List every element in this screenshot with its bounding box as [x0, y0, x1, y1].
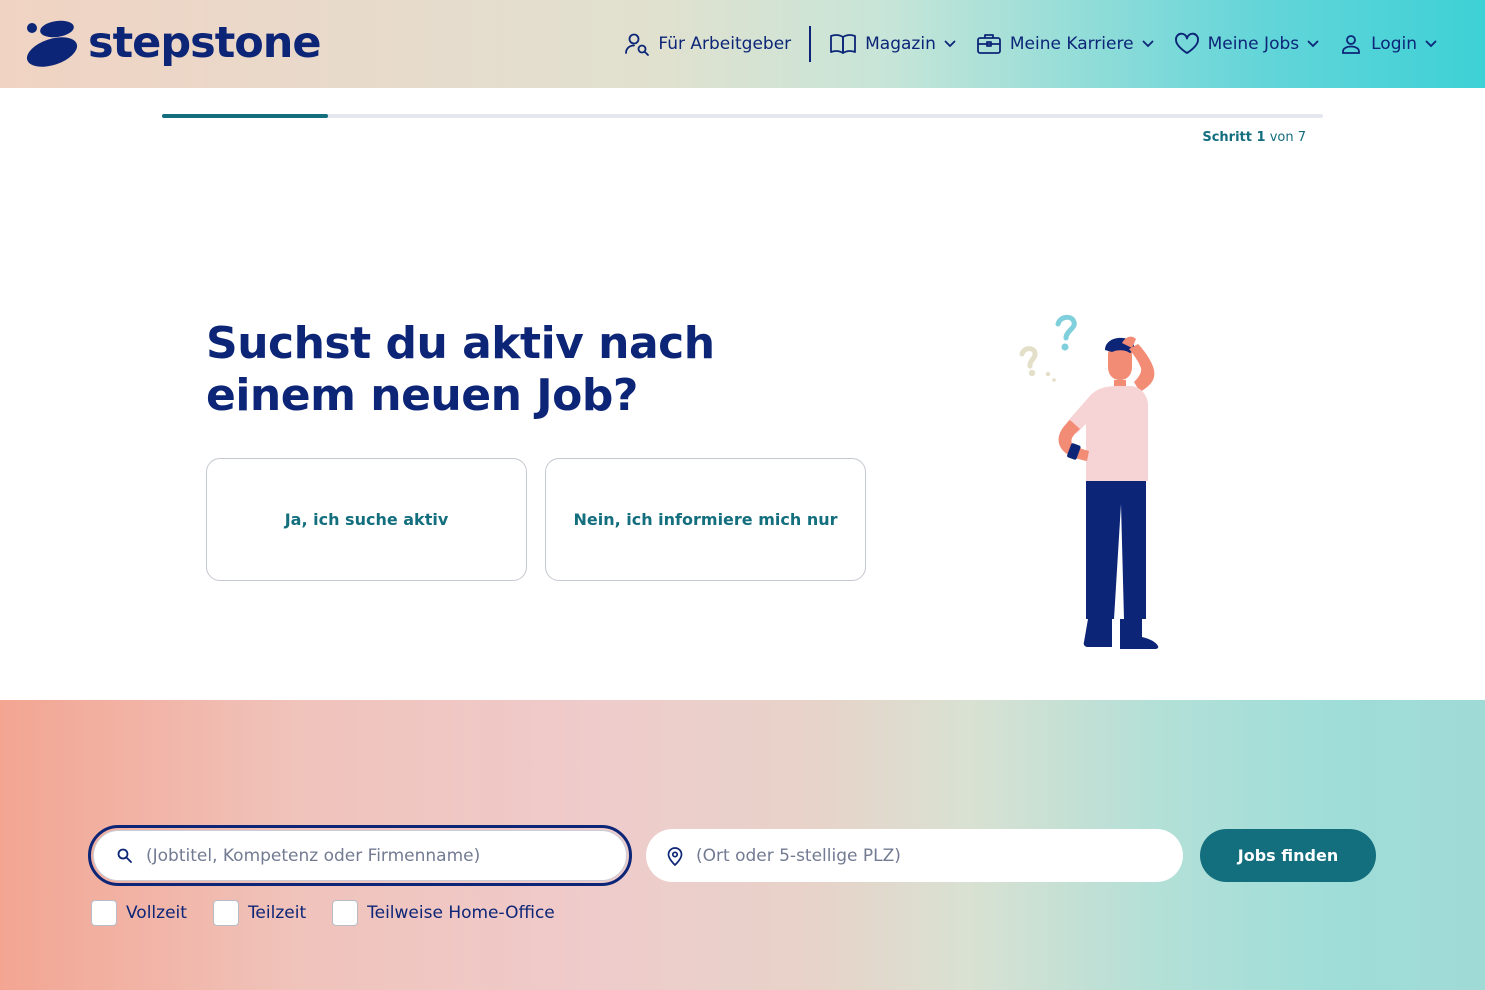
thinking-person-illustration [1019, 314, 1159, 649]
answer-options: Ja, ich suche aktiv Nein, ich informiere… [206, 458, 866, 581]
keyword-search-field[interactable]: (Jobtitel, Kompetenz oder Firmenname) [88, 825, 632, 886]
answer-yes-button[interactable]: Ja, ich suche aktiv [206, 458, 527, 581]
filter-label: Teilzeit [247, 903, 307, 923]
nav-label: Meine Jobs [1207, 34, 1300, 54]
search-filters: Vollzeit Teilzeit Teilweise Home-Office [91, 900, 581, 926]
location-pin-icon [667, 846, 683, 866]
logo-text: stepstone [88, 18, 322, 68]
nav-fuer-arbeitgeber[interactable]: Für Arbeitgeber [614, 24, 801, 64]
main-nav: Für Arbeitgeber Magazin Meine Karriere M… [614, 0, 1447, 88]
nav-meine-jobs[interactable]: Meine Jobs [1164, 24, 1330, 64]
progress-bar [162, 114, 1323, 118]
filter-checkbox[interactable] [91, 900, 117, 926]
filter-label: Vollzeit [126, 903, 187, 923]
answer-no-button[interactable]: Nein, ich informiere mich nur [545, 458, 866, 581]
heart-icon [1174, 32, 1199, 54]
filter-vollzeit[interactable]: Vollzeit [91, 900, 187, 926]
location-search-placeholder: (Ort oder 5-stellige PLZ) [696, 845, 901, 866]
nav-label: Meine Karriere [1009, 34, 1134, 54]
step-current: Schritt 1 [1202, 130, 1266, 145]
filter-home-office[interactable]: Teilweise Home-Office [332, 900, 555, 926]
keyword-search-inner[interactable]: (Jobtitel, Kompetenz oder Firmenname) [93, 830, 627, 881]
chevron-down-icon [944, 40, 956, 48]
nav-magazin[interactable]: Magazin [819, 24, 966, 64]
nav-divider [809, 26, 812, 62]
chevron-down-icon [1142, 40, 1153, 48]
filter-teilzeit[interactable]: Teilzeit [212, 900, 307, 926]
briefcase-icon [976, 34, 1001, 54]
step-indicator: Schritt 1 von 7 [1202, 130, 1306, 145]
nav-login[interactable]: Login [1329, 24, 1447, 64]
chevron-down-icon [1425, 40, 1437, 48]
chevron-down-icon [1307, 40, 1319, 48]
nav-label: Magazin [865, 34, 936, 54]
keyword-search-placeholder: (Jobtitel, Kompetenz oder Firmenname) [146, 845, 481, 866]
step-total: von 7 [1269, 130, 1306, 145]
book-icon [830, 34, 857, 54]
progress-fill [162, 114, 328, 118]
search-icon [117, 848, 132, 863]
employer-search-icon [625, 33, 650, 56]
question-title: Suchst du aktiv nach einem neuen Job? [206, 318, 715, 421]
filter-checkbox[interactable] [332, 900, 359, 926]
user-icon [1342, 35, 1361, 54]
nav-label: Für Arbeitgeber [658, 34, 792, 54]
location-search-field[interactable]: (Ort oder 5-stellige PLZ) [646, 829, 1183, 882]
site-header: stepstone Für Arbeitgeber Magazin Meine … [0, 0, 1485, 88]
find-jobs-button[interactable]: Jobs finden [1200, 829, 1376, 882]
stepstone-logo[interactable]: stepstone [23, 18, 322, 73]
nav-meine-karriere[interactable]: Meine Karriere [966, 24, 1164, 64]
nav-label: Login [1371, 34, 1417, 54]
stepstone-logo-mark [23, 18, 82, 73]
filter-checkbox[interactable] [212, 900, 239, 926]
filter-label: Teilweise Home-Office [367, 903, 555, 923]
